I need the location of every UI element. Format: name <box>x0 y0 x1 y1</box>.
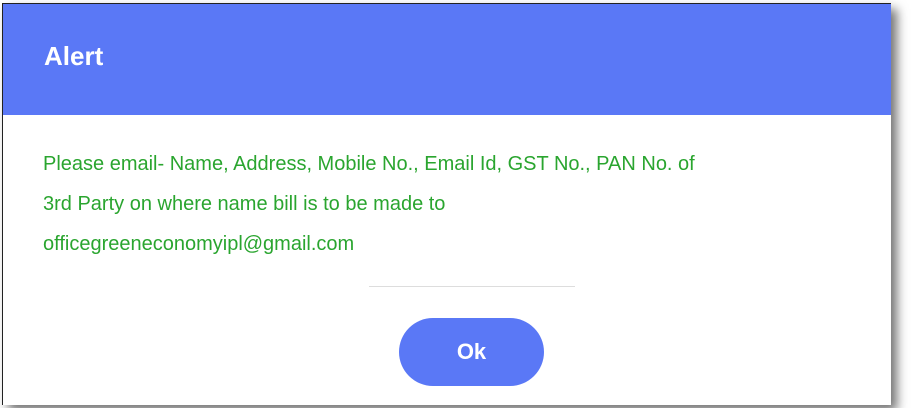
dialog-header: Alert <box>3 4 891 115</box>
message-line: Please email- Name, Address, Mobile No.,… <box>43 153 695 175</box>
message-line: 3rd Party on where name bill is to be ma… <box>43 193 446 215</box>
alert-dialog: Alert Please email- Name, Address, Mobil… <box>2 3 891 405</box>
divider <box>369 286 575 287</box>
ok-button[interactable]: Ok <box>399 318 544 386</box>
dialog-message: Please email- Name, Address, Mobile No.,… <box>43 144 873 264</box>
dialog-title: Alert <box>44 41 104 71</box>
message-line: officegreeneconomyipl@gmail.com <box>43 233 355 255</box>
